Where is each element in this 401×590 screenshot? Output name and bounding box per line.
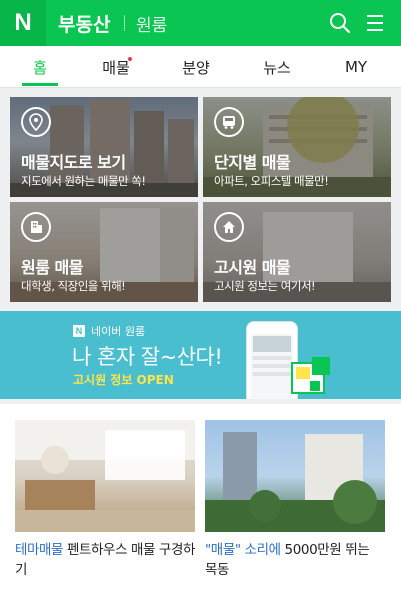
tab-my-label: MY: [344, 58, 368, 76]
banner-brand-label: 네이버 원룸: [91, 325, 146, 338]
hamburger-menu-icon[interactable]: [364, 12, 386, 34]
tab-listings-label: 매물: [102, 58, 130, 77]
article-card-mokdong[interactable]: "매물" 소리에 5000만원 뛰는 목동: [205, 420, 385, 580]
tile-title: 단지별 매물: [214, 153, 291, 172]
phone-screen: [251, 334, 293, 399]
page-title[interactable]: 부동산: [58, 10, 110, 37]
search-icon[interactable]: [328, 11, 352, 35]
tile-map-view[interactable]: 매물지도로 보기 지도에서 원하는 매물만 쏙!: [10, 97, 198, 197]
article-tag: "매물" 소리에: [205, 542, 281, 558]
banner-brand: N 네이버 원룸: [73, 323, 145, 339]
tab-my[interactable]: MY: [316, 46, 396, 88]
promo-banner[interactable]: N 네이버 원룸 나 혼자 잘~산다! 고시원 정보 OPEN: [0, 311, 401, 399]
tab-presale[interactable]: 분양: [156, 46, 236, 88]
article-card-penthouse[interactable]: 테마매물 펜트하우스 매물 구경하기: [15, 420, 195, 580]
tile-description: 고시원 정보는 여기서!: [214, 279, 316, 293]
page: N 부동산 원룸 홈 매물 분양 뉴스 MY 매물지도로 보기 지도에서 원하는…: [0, 0, 401, 590]
home-icon: [214, 212, 244, 242]
tab-listings[interactable]: 매물: [76, 46, 156, 88]
banner-headline: 나 혼자 잘~산다!: [72, 345, 223, 369]
naver-logo-letter: N: [14, 9, 32, 36]
map-pin-icon: [21, 107, 51, 137]
title-divider: [124, 15, 125, 31]
new-dot-badge: [128, 57, 132, 61]
tile-oneroom-listings[interactable]: 원룸 매물 대학생, 직장인을 위해!: [10, 202, 198, 302]
bus-icon: [214, 107, 244, 137]
main-tabs: 홈 매물 분양 뉴스 MY: [0, 46, 401, 88]
tab-home[interactable]: 홈: [0, 46, 80, 88]
tile-title: 원룸 매물: [21, 258, 83, 277]
tab-presale-label: 분양: [182, 58, 210, 77]
article-caption: "매물" 소리에 5000만원 뛰는 목동: [205, 540, 385, 580]
article-caption: 테마매물 펜트하우스 매물 구경하기: [15, 540, 195, 580]
tab-home-label: 홈: [33, 58, 47, 77]
tile-title: 고시원 매물: [214, 258, 291, 277]
tile-description: 지도에서 원하는 매물만 쏙!: [21, 174, 146, 188]
article-tag: 테마매물: [15, 542, 64, 558]
tile-description: 대학생, 직장인을 위해!: [21, 279, 126, 293]
tile-description: 아파트, 오피스텔 매물만!: [214, 174, 329, 188]
banner-subtext: 고시원 정보 OPEN: [73, 373, 174, 387]
building-icon: [21, 212, 51, 242]
naver-logo[interactable]: N: [0, 0, 46, 46]
article-thumbnail: [205, 420, 385, 532]
tab-news[interactable]: 뉴스: [237, 46, 317, 88]
top-header: N 부동산 원룸: [0, 0, 401, 46]
article-cards: 테마매물 펜트하우스 매물 구경하기 "매물" 소리에 5000만원 뛰는 목동: [0, 404, 401, 590]
naver-small-logo-icon: N: [73, 325, 85, 337]
article-thumbnail: [15, 420, 195, 532]
page-subtitle: 원룸: [136, 16, 168, 36]
tab-news-label: 뉴스: [263, 58, 291, 77]
tile-complex-listings[interactable]: 단지별 매물 아파트, 오피스텔 매물만!: [203, 97, 391, 197]
green-map-icon: [291, 357, 330, 394]
tile-gosiwon-listings[interactable]: 고시원 매물 고시원 정보는 여기서!: [203, 202, 391, 302]
tile-title: 매물지도로 보기: [21, 153, 126, 172]
